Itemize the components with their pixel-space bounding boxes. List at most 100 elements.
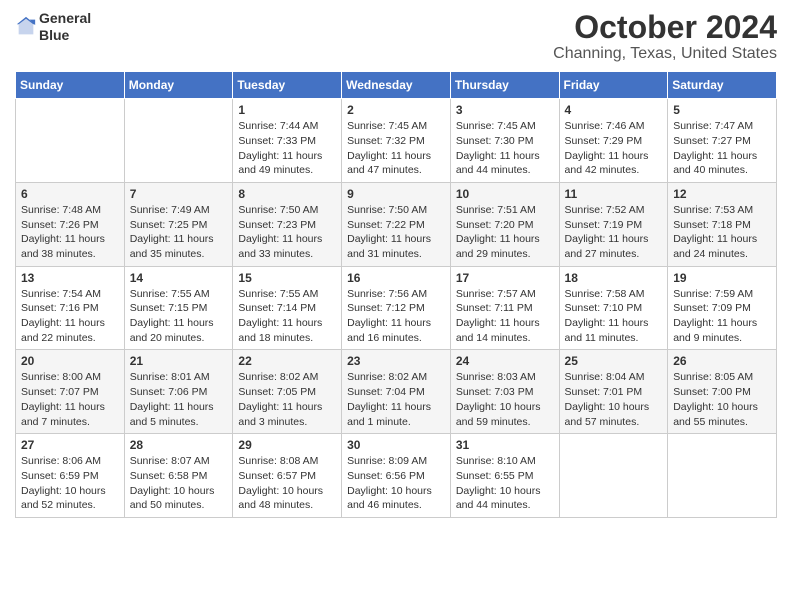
calendar-week-5: 27 Sunrise: 8:06 AM Sunset: 6:59 PM Dayli… [16,434,777,518]
day-number: 18 [565,271,663,285]
calendar-cell: 7 Sunrise: 7:49 AM Sunset: 7:25 PM Daylig… [124,182,233,266]
calendar-cell [559,434,668,518]
day-number: 19 [673,271,771,285]
calendar-cell: 15Sunrise: 7:55 AM Sunset: 7:14 PM Dayli… [233,266,342,350]
day-info: Sunrise: 8:04 AM Sunset: 7:01 PM Dayligh… [565,370,663,429]
day-info: Sunrise: 8:02 AM Sunset: 7:05 PM Dayligh… [238,370,336,429]
calendar-header-row: SundayMondayTuesdayWednesdayThursdayFrid… [16,72,777,99]
calendar-week-2: 6 Sunrise: 7:48 AM Sunset: 7:26 PM Daylig… [16,182,777,266]
weekday-header-sunday: Sunday [16,72,125,99]
calendar-cell: 1Sunrise: 7:44 AM Sunset: 7:33 PM Daylig… [233,99,342,183]
page-subtitle: Channing, Texas, United States [553,45,777,63]
calendar-cell: 12 Sunrise: 7:53 AM Sunset: 7:18 PM Dayli… [668,182,777,266]
day-info: Sunrise: 7:54 AM Sunset: 7:16 PM Dayligh… [21,287,119,346]
day-info: Sunrise: 7:48 AM Sunset: 7:26 PM Dayligh… [21,203,119,262]
calendar-cell: 26 Sunrise: 8:05 AM Sunset: 7:00 PM Dayli… [668,350,777,434]
day-info: Sunrise: 7:55 AM Sunset: 7:15 PM Dayligh… [130,287,228,346]
day-number: 13 [21,271,119,285]
day-number: 15 [238,271,336,285]
day-info: Sunrise: 7:44 AM Sunset: 7:33 PM Dayligh… [238,119,336,178]
calendar-cell: 16Sunrise: 7:56 AM Sunset: 7:12 PM Dayli… [342,266,451,350]
calendar-cell: 25 Sunrise: 8:04 AM Sunset: 7:01 PM Dayli… [559,350,668,434]
calendar-cell: 17 Sunrise: 7:57 AM Sunset: 7:11 PM Dayli… [450,266,559,350]
day-info: Sunrise: 8:10 AM Sunset: 6:55 PM Dayligh… [456,454,554,513]
day-number: 21 [130,354,228,368]
day-info: Sunrise: 7:46 AM Sunset: 7:29 PM Dayligh… [565,119,663,178]
day-number: 8 [238,187,336,201]
day-info: Sunrise: 7:49 AM Sunset: 7:25 PM Dayligh… [130,203,228,262]
calendar-cell: 20Sunrise: 8:00 AM Sunset: 7:07 PM Dayli… [16,350,125,434]
logo-text: General Blue [39,10,91,44]
calendar-week-1: 1Sunrise: 7:44 AM Sunset: 7:33 PM Daylig… [16,99,777,183]
calendar-cell: 28Sunrise: 8:07 AM Sunset: 6:58 PM Dayli… [124,434,233,518]
day-number: 23 [347,354,445,368]
weekday-header-tuesday: Tuesday [233,72,342,99]
day-info: Sunrise: 8:03 AM Sunset: 7:03 PM Dayligh… [456,370,554,429]
calendar-cell [668,434,777,518]
calendar-cell: 6 Sunrise: 7:48 AM Sunset: 7:26 PM Daylig… [16,182,125,266]
day-number: 4 [565,103,663,117]
day-info: Sunrise: 7:57 AM Sunset: 7:11 PM Dayligh… [456,287,554,346]
day-number: 22 [238,354,336,368]
calendar-cell: 19 Sunrise: 7:59 AM Sunset: 7:09 PM Dayli… [668,266,777,350]
calendar-cell: 24 Sunrise: 8:03 AM Sunset: 7:03 PM Dayli… [450,350,559,434]
day-number: 2 [347,103,445,117]
calendar-cell: 14 Sunrise: 7:55 AM Sunset: 7:15 PM Dayli… [124,266,233,350]
calendar-week-4: 20Sunrise: 8:00 AM Sunset: 7:07 PM Dayli… [16,350,777,434]
weekday-header-wednesday: Wednesday [342,72,451,99]
calendar-cell [16,99,125,183]
day-number: 11 [565,187,663,201]
calendar-table: SundayMondayTuesdayWednesdayThursdayFrid… [15,71,777,518]
calendar-cell: 9 Sunrise: 7:50 AM Sunset: 7:22 PM Daylig… [342,182,451,266]
day-number: 24 [456,354,554,368]
day-number: 31 [456,438,554,452]
page-title: October 2024 [553,10,777,45]
calendar-cell: 11 Sunrise: 7:52 AM Sunset: 7:19 PM Dayli… [559,182,668,266]
day-info: Sunrise: 7:58 AM Sunset: 7:10 PM Dayligh… [565,287,663,346]
weekday-header-saturday: Saturday [668,72,777,99]
calendar-cell: 4 Sunrise: 7:46 AM Sunset: 7:29 PM Daylig… [559,99,668,183]
day-number: 27 [21,438,119,452]
day-number: 17 [456,271,554,285]
calendar-cell: 27 Sunrise: 8:06 AM Sunset: 6:59 PM Dayli… [16,434,125,518]
calendar-cell: 21 Sunrise: 8:01 AM Sunset: 7:06 PM Dayli… [124,350,233,434]
day-info: Sunrise: 7:53 AM Sunset: 7:18 PM Dayligh… [673,203,771,262]
day-number: 26 [673,354,771,368]
weekday-header-friday: Friday [559,72,668,99]
day-number: 25 [565,354,663,368]
calendar-cell: 30Sunrise: 8:09 AM Sunset: 6:56 PM Dayli… [342,434,451,518]
day-info: Sunrise: 7:51 AM Sunset: 7:20 PM Dayligh… [456,203,554,262]
logo-icon [15,16,37,38]
calendar-cell: 10 Sunrise: 7:51 AM Sunset: 7:20 PM Dayli… [450,182,559,266]
day-number: 7 [130,187,228,201]
day-info: Sunrise: 8:06 AM Sunset: 6:59 PM Dayligh… [21,454,119,513]
weekday-header-monday: Monday [124,72,233,99]
day-info: Sunrise: 8:00 AM Sunset: 7:07 PM Dayligh… [21,370,119,429]
day-number: 29 [238,438,336,452]
day-info: Sunrise: 7:47 AM Sunset: 7:27 PM Dayligh… [673,119,771,178]
day-number: 10 [456,187,554,201]
day-info: Sunrise: 7:50 AM Sunset: 7:23 PM Dayligh… [238,203,336,262]
calendar-cell: 8 Sunrise: 7:50 AM Sunset: 7:23 PM Daylig… [233,182,342,266]
day-number: 6 [21,187,119,201]
calendar-cell: 5 Sunrise: 7:47 AM Sunset: 7:27 PM Daylig… [668,99,777,183]
calendar-cell: 2Sunrise: 7:45 AM Sunset: 7:32 PM Daylig… [342,99,451,183]
day-number: 5 [673,103,771,117]
day-info: Sunrise: 7:50 AM Sunset: 7:22 PM Dayligh… [347,203,445,262]
day-info: Sunrise: 8:01 AM Sunset: 7:06 PM Dayligh… [130,370,228,429]
day-info: Sunrise: 7:59 AM Sunset: 7:09 PM Dayligh… [673,287,771,346]
day-info: Sunrise: 8:08 AM Sunset: 6:57 PM Dayligh… [238,454,336,513]
day-number: 14 [130,271,228,285]
day-number: 3 [456,103,554,117]
calendar-cell: 23 Sunrise: 8:02 AM Sunset: 7:04 PM Dayli… [342,350,451,434]
day-info: Sunrise: 7:52 AM Sunset: 7:19 PM Dayligh… [565,203,663,262]
calendar-cell: 3Sunrise: 7:45 AM Sunset: 7:30 PM Daylig… [450,99,559,183]
day-number: 9 [347,187,445,201]
day-info: Sunrise: 8:02 AM Sunset: 7:04 PM Dayligh… [347,370,445,429]
weekday-header-thursday: Thursday [450,72,559,99]
title-block: October 2024 Channing, Texas, United Sta… [553,10,777,63]
day-number: 12 [673,187,771,201]
calendar-cell: 13 Sunrise: 7:54 AM Sunset: 7:16 PM Dayli… [16,266,125,350]
day-info: Sunrise: 8:05 AM Sunset: 7:00 PM Dayligh… [673,370,771,429]
calendar-cell: 22 Sunrise: 8:02 AM Sunset: 7:05 PM Dayli… [233,350,342,434]
